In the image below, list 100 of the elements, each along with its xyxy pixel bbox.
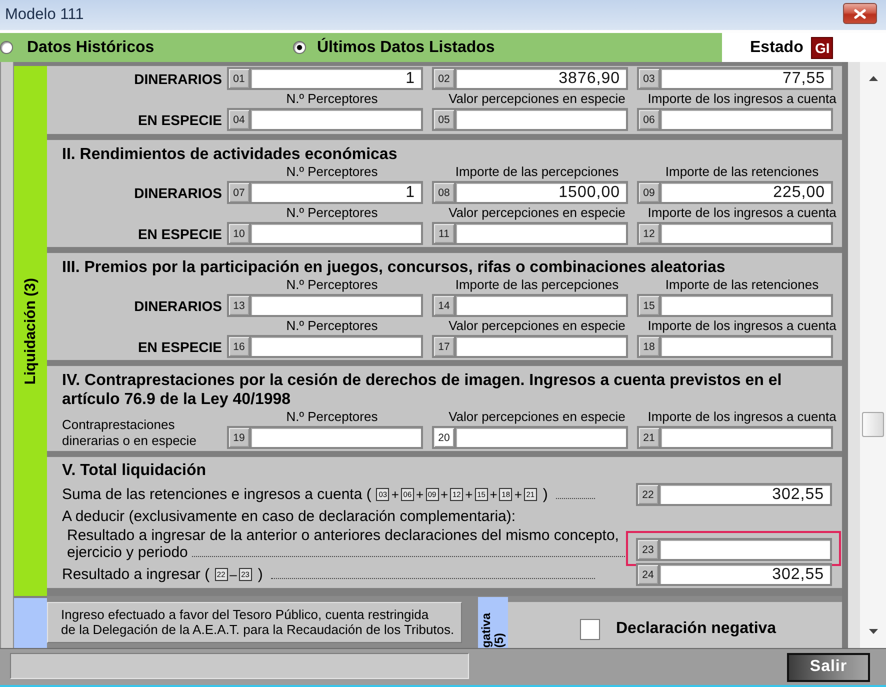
formula-label: ) xyxy=(542,486,548,503)
input-field[interactable] xyxy=(454,108,628,131)
field-number: 18 xyxy=(637,335,659,358)
row-label: EN ESPECIE xyxy=(138,112,222,128)
input-field[interactable]: 1 xyxy=(249,181,423,204)
field-caption: N.º Perceptores xyxy=(286,206,378,220)
row-label: EN ESPECIE xyxy=(138,226,222,242)
field-number: 19 xyxy=(227,426,249,449)
scroll-down-icon[interactable] xyxy=(868,629,878,634)
formula-operator: + xyxy=(440,487,448,502)
field-caption: Importe de los ingresos a cuenta xyxy=(648,410,836,424)
field-number: 12 xyxy=(637,222,659,245)
field-number: 14 xyxy=(432,294,454,317)
field-number: 16 xyxy=(227,335,249,358)
input-field[interactable] xyxy=(249,222,423,245)
field-caption: Importe de las retenciones xyxy=(665,165,819,179)
field-number: 08 xyxy=(432,181,454,204)
field-number: 03 xyxy=(637,67,659,90)
field-caption: N.º Perceptores xyxy=(286,278,378,292)
scrollbar[interactable] xyxy=(848,62,886,648)
exit-button[interactable]: Salir xyxy=(787,652,870,682)
field-number: 01 xyxy=(227,67,249,90)
field-number: 13 xyxy=(227,294,249,317)
field-caption: Importe de las percepciones xyxy=(455,165,619,179)
field-number: 24 xyxy=(636,563,658,586)
window-title: Modelo 111 xyxy=(5,6,84,24)
field-number: 10 xyxy=(227,222,249,245)
formula-operator: + xyxy=(465,487,473,502)
field-caption: Valor percepciones en especie xyxy=(448,206,626,220)
field-caption: Valor percepciones en especie xyxy=(448,410,626,424)
close-button[interactable] xyxy=(843,3,877,24)
field-number: 06 xyxy=(637,108,659,131)
input-field[interactable]: 302,55 xyxy=(658,563,832,586)
input-field[interactable] xyxy=(454,222,628,245)
input-field[interactable] xyxy=(659,335,833,358)
input-field[interactable] xyxy=(659,294,833,317)
input-field[interactable]: 1 xyxy=(249,67,423,90)
row-label: DINERARIOS xyxy=(134,298,222,314)
field-number: 15 xyxy=(637,294,659,317)
status-badge: GI xyxy=(811,36,834,58)
field-caption: Importe de los ingresos a cuenta xyxy=(648,92,836,106)
formula-operator: + xyxy=(514,487,522,502)
formula-operator: + xyxy=(416,487,424,502)
row-label: EN ESPECIE xyxy=(138,338,222,354)
checkbox[interactable] xyxy=(580,618,600,640)
formula-operator: + xyxy=(490,487,498,502)
input-field[interactable] xyxy=(249,426,423,449)
side-label: gativa (5) xyxy=(480,613,506,648)
field-caption: N.º Perceptores xyxy=(286,165,378,179)
input-field[interactable]: 3876,90 xyxy=(454,67,628,90)
field-number: 07 xyxy=(227,181,249,204)
field-caption: N.º Perceptores xyxy=(286,92,378,106)
scrollbar-thumb[interactable] xyxy=(862,412,884,437)
input-field[interactable] xyxy=(658,538,832,561)
radio-option[interactable]: Últimos Datos Listados xyxy=(293,38,495,56)
checkbox-label: Declaración negativa xyxy=(616,620,776,638)
row-label: DINERARIOS xyxy=(134,184,222,200)
info-text: Ingreso efectuado a favor del Tesoro Público, cuenta restringida de la Delegación de la A.E.A.T. para la Recaudación de los Tributos. xyxy=(47,602,462,643)
field-caption: Valor percepciones en especie xyxy=(448,319,626,333)
section-title: IV. Contraprestaciones por la cesión de derechos de imagen. Ingresos a cuenta previstos en el artículo 76.9 de la Ley 40/1998 xyxy=(62,371,783,409)
field-number: 23 xyxy=(636,538,658,561)
close-icon xyxy=(854,8,866,18)
input-field[interactable]: 302,55 xyxy=(658,483,832,506)
status-label: Estado xyxy=(750,38,804,56)
field-number: 04 xyxy=(227,108,249,131)
input-field[interactable] xyxy=(659,222,833,245)
formula-label: Suma de las retenciones e ingresos a cuenta ( xyxy=(62,486,372,503)
formula-operator: – xyxy=(230,567,237,582)
input-field[interactable] xyxy=(659,108,833,131)
field-caption: Importe de las retenciones xyxy=(665,278,819,292)
field-number: 17 xyxy=(432,335,454,358)
input-field[interactable]: 225,00 xyxy=(659,181,833,204)
input-field[interactable] xyxy=(249,335,423,358)
field-caption: Valor percepciones en especie xyxy=(448,92,626,106)
input-field[interactable] xyxy=(249,108,423,131)
radio-option[interactable]: Datos Históricos xyxy=(0,38,154,56)
row-label: DINERARIOS xyxy=(134,70,222,86)
section-title: V. Total liquidación xyxy=(62,461,208,480)
section-title: III. Premios por la participación en juegos, concursos, rifas o combinaciones aleatorias xyxy=(62,258,726,277)
input-field[interactable] xyxy=(454,426,628,449)
field-number: 09 xyxy=(637,181,659,204)
field-number: 22 xyxy=(636,483,658,506)
row-label: Contraprestaciones dinerarias o en especie xyxy=(62,417,198,449)
field-caption: Importe de las percepciones xyxy=(455,278,619,292)
field-number: 05 xyxy=(432,108,454,131)
input-field[interactable] xyxy=(454,335,628,358)
formula-operator: + xyxy=(391,487,399,502)
input-field[interactable]: 77,55 xyxy=(659,67,833,90)
section-title: II. Rendimientos de actividades económicas xyxy=(62,145,398,164)
body-text: A deducir (exclusivamente en caso de declaración complementaria): xyxy=(62,508,517,525)
input-field[interactable]: 1500,00 xyxy=(454,181,628,204)
scroll-up-icon[interactable] xyxy=(868,76,878,81)
side-label: Liquidación (3) xyxy=(22,278,39,384)
input-field[interactable] xyxy=(249,294,423,317)
input-field[interactable] xyxy=(659,426,833,449)
body-text: Resultado a ingresar de la anterior o anteriores declaraciones del mismo concepto, ejercicio y periodo xyxy=(62,527,627,561)
field-number: 11 xyxy=(432,222,454,245)
formula-label: ) xyxy=(258,566,263,583)
input-field[interactable] xyxy=(454,294,628,317)
field-number: 02 xyxy=(432,67,454,90)
